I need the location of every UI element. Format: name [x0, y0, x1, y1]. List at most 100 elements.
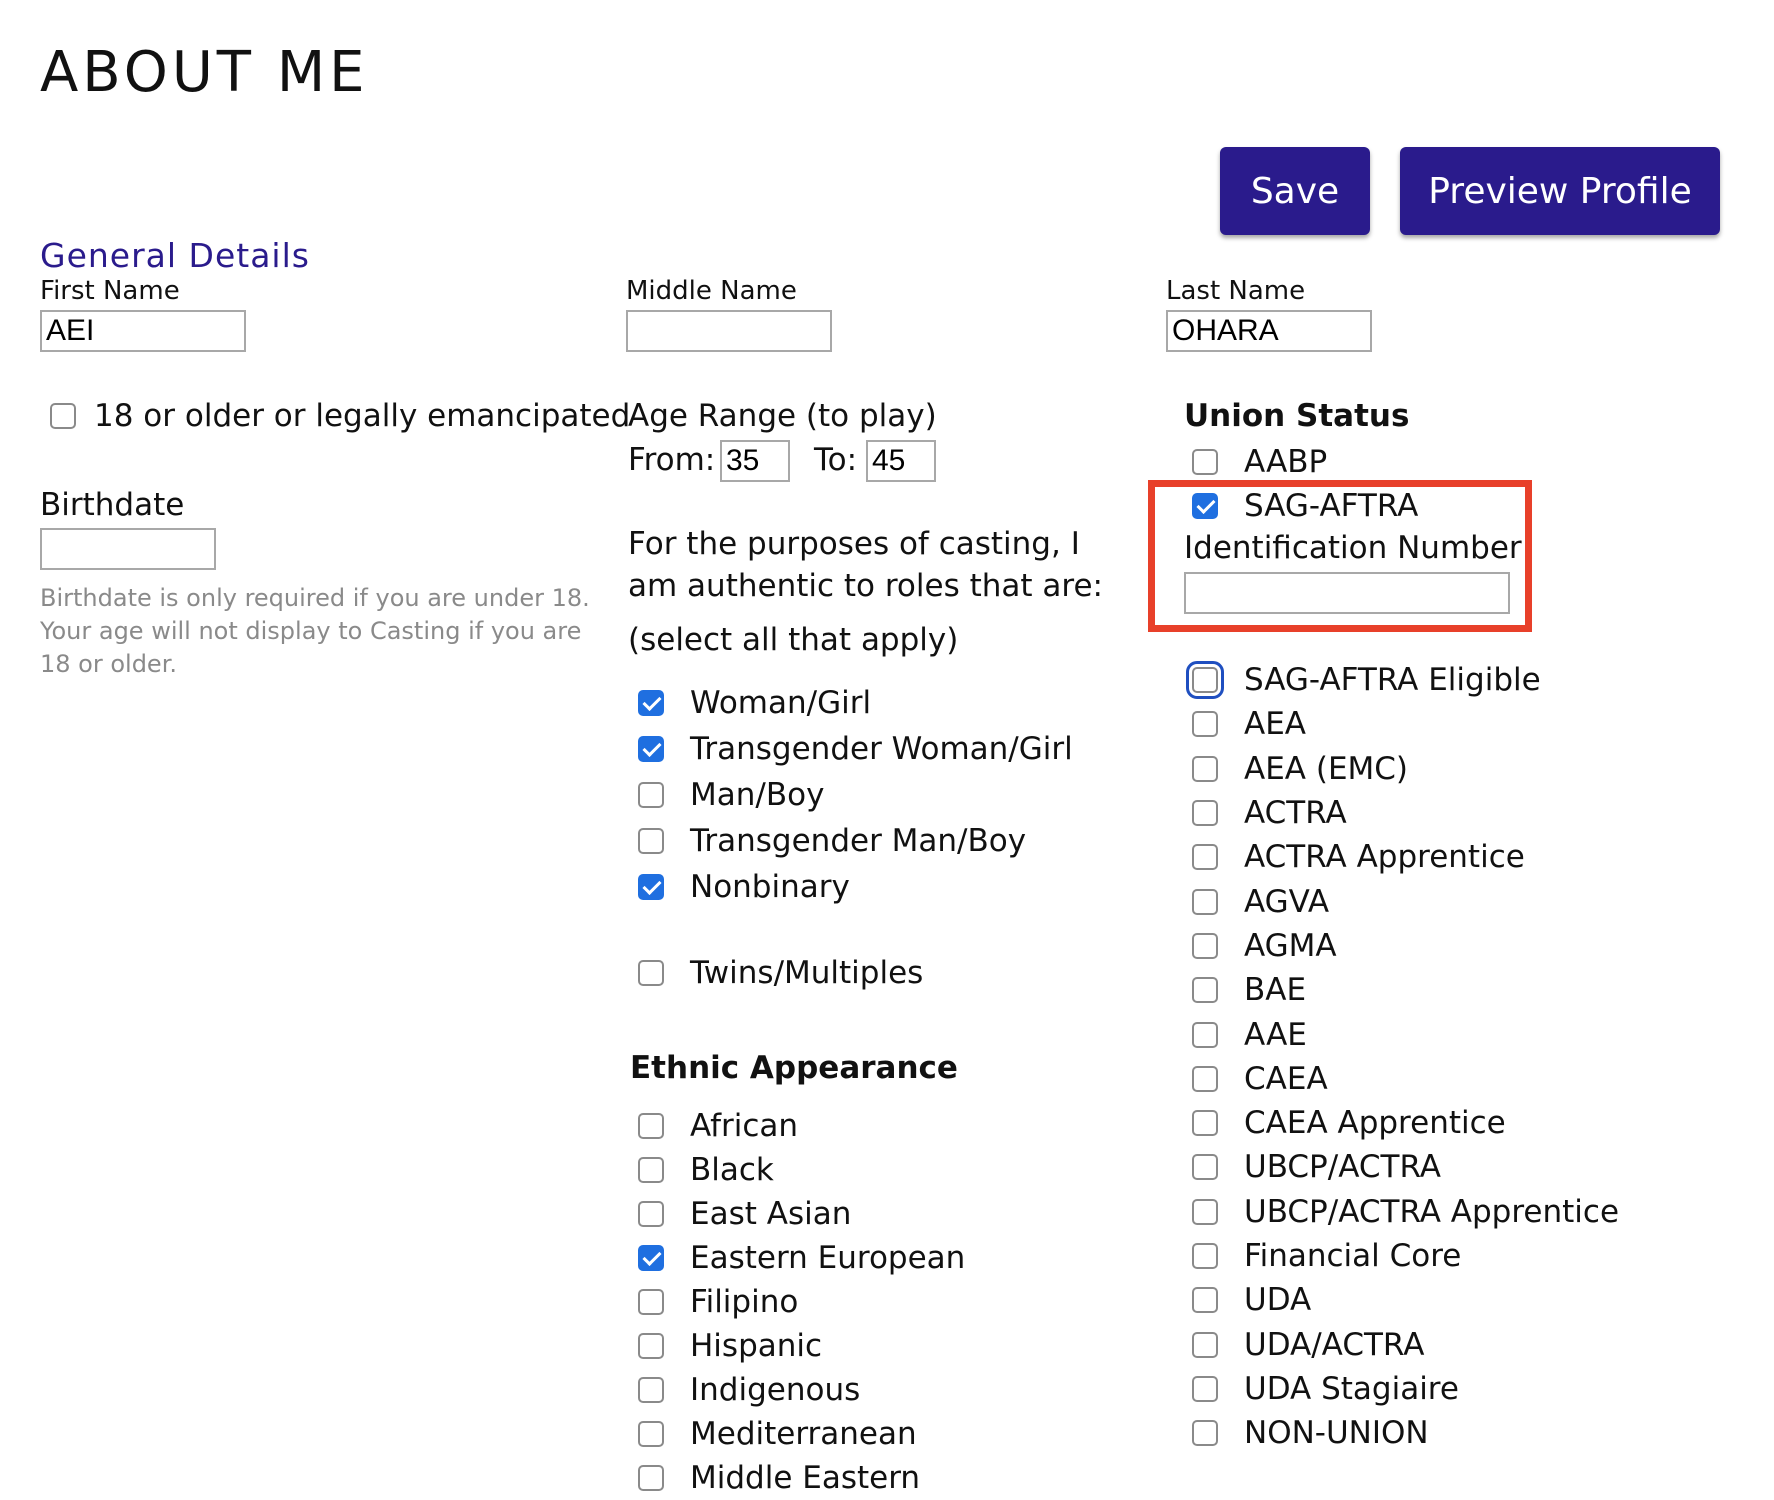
- union-option[interactable]: UDA: [1192, 1278, 1619, 1322]
- union-option-label: CAEA: [1244, 1060, 1328, 1097]
- casting-checkbox[interactable]: [638, 874, 664, 900]
- ethnic-checkbox[interactable]: [638, 1289, 664, 1315]
- age-range-heading: Age Range (to play): [628, 398, 937, 434]
- union-option[interactable]: AAE: [1192, 1012, 1619, 1056]
- ethnic-checkbox[interactable]: [638, 1421, 664, 1447]
- union-option[interactable]: AGMA: [1192, 924, 1619, 968]
- ethnic-option[interactable]: Black: [638, 1148, 965, 1192]
- ethnic-option[interactable]: Middle Eastern: [638, 1456, 965, 1500]
- union-checkbox[interactable]: [1192, 1287, 1218, 1314]
- twins-checkbox[interactable]: [638, 960, 664, 986]
- casting-checkbox[interactable]: [638, 736, 664, 762]
- union-option-label: NON-UNION: [1244, 1415, 1429, 1452]
- ethnic-checkbox[interactable]: [638, 1377, 664, 1403]
- aabp-checkbox[interactable]: [1192, 449, 1218, 475]
- adult-checkbox-row[interactable]: 18 or older or legally emancipated: [50, 396, 630, 436]
- union-option[interactable]: UDA Stagiaire: [1192, 1367, 1619, 1411]
- ethnic-options-list: African Black East Asian Eastern Europea…: [638, 1104, 965, 1500]
- union-option-sag-aftra[interactable]: SAG-AFTRA: [1192, 484, 1418, 528]
- last-name-input[interactable]: [1166, 310, 1372, 352]
- ethnic-option[interactable]: African: [638, 1104, 965, 1148]
- union-option[interactable]: ACTRA: [1192, 791, 1619, 835]
- casting-option[interactable]: Transgender Man/Boy: [638, 818, 1073, 864]
- casting-option[interactable]: Man/Boy: [638, 772, 1073, 818]
- union-option[interactable]: AEA (EMC): [1192, 747, 1619, 791]
- union-option[interactable]: ACTRA Apprentice: [1192, 835, 1619, 879]
- aabp-label: AABP: [1244, 444, 1328, 480]
- union-option[interactable]: AGVA: [1192, 879, 1619, 923]
- union-checkbox[interactable]: [1192, 1198, 1218, 1225]
- casting-option[interactable]: Woman/Girl: [638, 680, 1073, 726]
- union-checkbox[interactable]: [1192, 1420, 1218, 1447]
- save-button[interactable]: Save: [1220, 147, 1370, 235]
- middle-name-input[interactable]: [626, 310, 832, 352]
- general-details-heading: General Details: [40, 236, 310, 275]
- casting-option[interactable]: Transgender Woman/Girl: [638, 726, 1073, 772]
- union-checkbox[interactable]: [1192, 1110, 1218, 1137]
- ethnic-option[interactable]: Indigenous: [638, 1368, 965, 1412]
- union-option[interactable]: NON-UNION: [1192, 1411, 1619, 1455]
- union-option[interactable]: SAG-AFTRA Eligible: [1186, 658, 1619, 702]
- ethnic-option-label: Filipino: [690, 1284, 799, 1320]
- identification-number-input[interactable]: [1184, 572, 1510, 614]
- birthdate-hint: Birthdate is only required if you are un…: [40, 584, 590, 678]
- union-option-label: SAG-AFTRA Eligible: [1244, 662, 1541, 699]
- union-checkbox[interactable]: [1192, 1375, 1218, 1402]
- age-from-input[interactable]: [720, 440, 790, 482]
- union-option[interactable]: UDA/ACTRA: [1192, 1322, 1619, 1366]
- union-checkbox[interactable]: [1192, 1154, 1218, 1181]
- union-checkbox[interactable]: [1186, 661, 1224, 700]
- identification-number-label: Identification Number: [1184, 530, 1522, 566]
- ethnic-option[interactable]: Mediterranean: [638, 1412, 965, 1456]
- ethnic-checkbox[interactable]: [638, 1245, 664, 1271]
- casting-checkbox[interactable]: [638, 828, 664, 854]
- preview-profile-button[interactable]: Preview Profile: [1400, 147, 1720, 235]
- age-to-input[interactable]: [866, 440, 936, 482]
- twins-option[interactable]: Twins/Multiples: [638, 950, 923, 996]
- union-option-label: ACTRA Apprentice: [1244, 839, 1525, 876]
- union-option-label: UBCP/ACTRA: [1244, 1149, 1441, 1186]
- ethnic-option[interactable]: Eastern European: [638, 1236, 965, 1280]
- union-option-aabp[interactable]: AABP: [1192, 440, 1327, 484]
- casting-options-list: Woman/Girl Transgender Woman/Girl Man/Bo…: [638, 680, 1073, 910]
- ethnic-checkbox[interactable]: [638, 1113, 664, 1139]
- union-status-heading: Union Status: [1184, 398, 1410, 434]
- union-checkbox[interactable]: [1192, 711, 1218, 738]
- union-checkbox[interactable]: [1192, 1243, 1218, 1269]
- union-checkbox[interactable]: [1192, 888, 1218, 915]
- ethnic-option-label: Mediterranean: [690, 1416, 917, 1452]
- union-checkbox[interactable]: [1192, 1331, 1218, 1358]
- union-option-label: AEA (EMC): [1244, 750, 1409, 787]
- union-option[interactable]: UBCP/ACTRA: [1192, 1145, 1619, 1189]
- casting-checkbox[interactable]: [638, 782, 664, 808]
- union-option-label: UDA Stagiaire: [1244, 1370, 1459, 1407]
- union-option[interactable]: Financial Core: [1192, 1234, 1619, 1278]
- union-checkbox[interactable]: [1192, 755, 1218, 782]
- union-option[interactable]: CAEA: [1192, 1057, 1619, 1101]
- union-checkbox[interactable]: [1192, 932, 1218, 959]
- union-checkbox[interactable]: [1192, 844, 1218, 871]
- union-checkbox[interactable]: [1192, 977, 1218, 1004]
- ethnic-option-label: Eastern European: [690, 1240, 966, 1276]
- union-option[interactable]: AEA: [1192, 702, 1619, 746]
- sag-aftra-checkbox[interactable]: [1192, 493, 1218, 519]
- first-name-input[interactable]: [40, 310, 246, 352]
- ethnic-checkbox[interactable]: [638, 1465, 664, 1491]
- birthdate-input[interactable]: [40, 528, 216, 570]
- union-option[interactable]: CAEA Apprentice: [1192, 1101, 1619, 1145]
- adult-checkbox[interactable]: [50, 403, 76, 429]
- ethnic-option[interactable]: East Asian: [638, 1192, 965, 1236]
- casting-option[interactable]: Nonbinary: [638, 864, 1073, 910]
- union-checkbox[interactable]: [1192, 1021, 1218, 1048]
- union-option[interactable]: BAE: [1192, 968, 1619, 1012]
- ethnic-checkbox[interactable]: [638, 1201, 664, 1227]
- page-title: ABOUT ME: [40, 40, 369, 105]
- casting-checkbox[interactable]: [638, 690, 664, 716]
- ethnic-option[interactable]: Filipino: [638, 1280, 965, 1324]
- ethnic-checkbox[interactable]: [638, 1157, 664, 1183]
- ethnic-checkbox[interactable]: [638, 1333, 664, 1359]
- union-checkbox[interactable]: [1192, 800, 1218, 827]
- union-option[interactable]: UBCP/ACTRA Apprentice: [1192, 1190, 1619, 1234]
- ethnic-option[interactable]: Hispanic: [638, 1324, 965, 1368]
- union-checkbox[interactable]: [1192, 1065, 1218, 1092]
